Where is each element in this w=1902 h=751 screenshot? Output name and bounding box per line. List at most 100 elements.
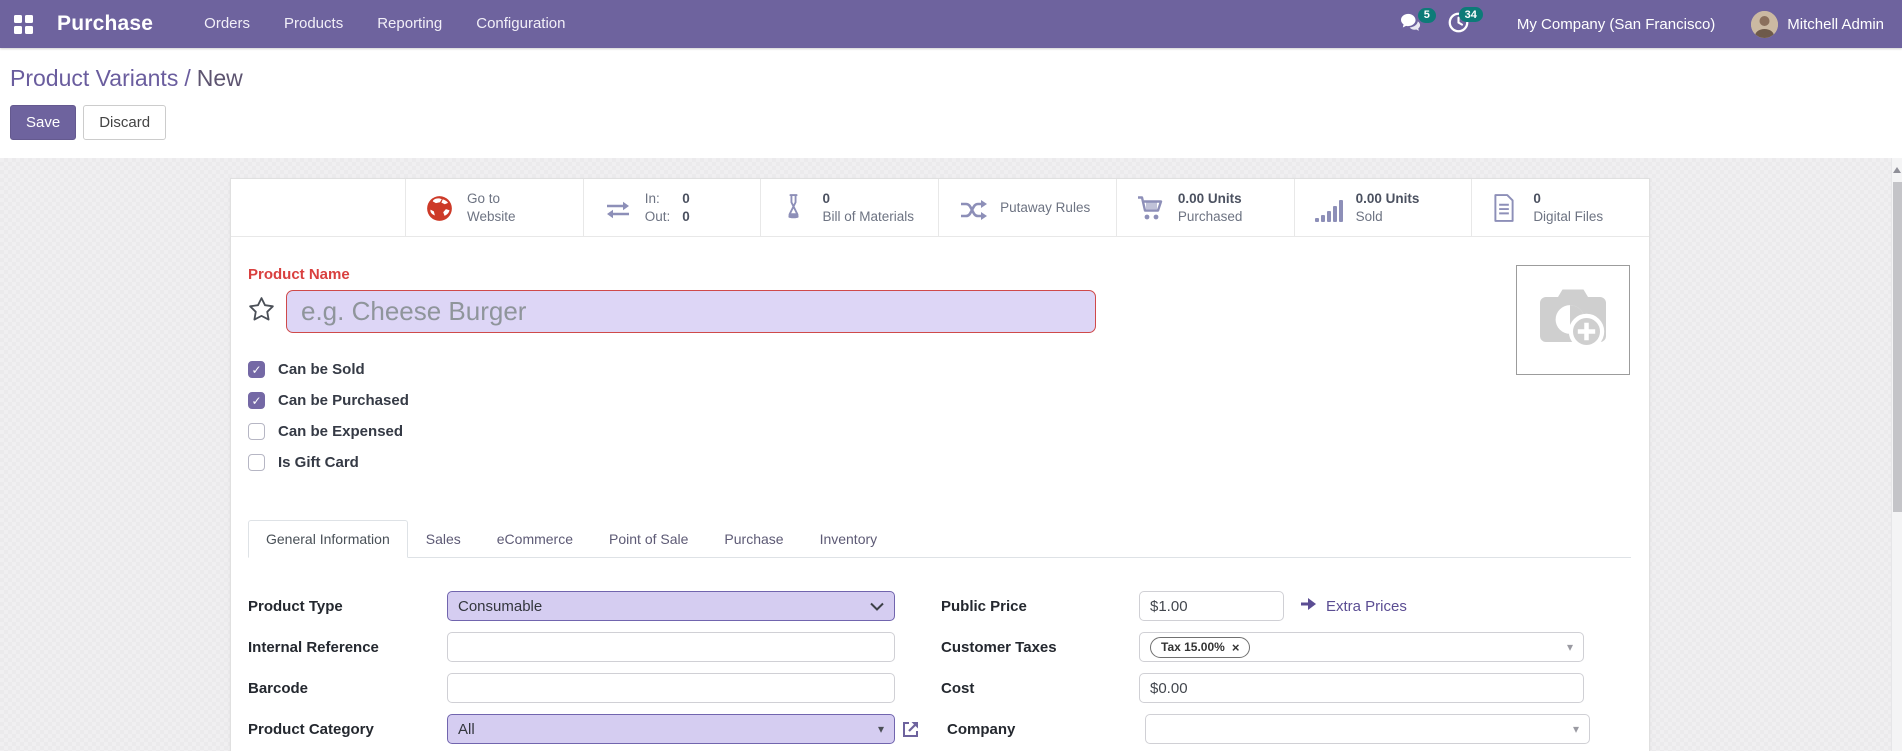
chat-bubble-icon	[1400, 13, 1422, 37]
out-label: Out:	[644, 208, 671, 224]
can-be-sold-row[interactable]: ✓ Can be Sold	[248, 361, 1631, 378]
product-name-input[interactable]	[286, 290, 1096, 333]
putaway-rules-button[interactable]: Putaway Rules	[938, 179, 1116, 236]
menu-reporting[interactable]: Reporting	[360, 0, 459, 48]
form-sheet: Go to Website In: 0 Out: 0 0 Bill of Materia…	[230, 178, 1650, 751]
menu-orders[interactable]: Orders	[187, 0, 267, 48]
menu-products[interactable]: Products	[267, 0, 360, 48]
customer-taxes-label: Customer Taxes	[941, 638, 1057, 656]
user-menu[interactable]: Mitchell Admin	[1751, 10, 1884, 38]
activities-count-badge: 34	[1458, 7, 1483, 22]
globe-icon	[426, 194, 454, 222]
breadcrumb-parent[interactable]: Product Variants	[10, 65, 178, 91]
breadcrumb-separator: /	[184, 65, 191, 91]
bar-chart-icon	[1314, 194, 1343, 222]
can-be-purchased-label: Can be Purchased	[278, 392, 409, 409]
product-type-value: Consumable	[458, 597, 543, 615]
external-link-icon[interactable]	[901, 720, 920, 739]
go-to-website-button[interactable]: Go to Website	[405, 179, 583, 236]
is-gift-card-checkbox[interactable]	[248, 454, 265, 471]
units-purchased-button[interactable]: 0.00 Units Purchased	[1115, 179, 1294, 236]
public-price-input[interactable]	[1139, 591, 1284, 621]
barcode-label: Barcode	[248, 679, 309, 697]
apps-menu-icon[interactable]	[14, 14, 33, 34]
is-gift-card-row[interactable]: Is Gift Card	[248, 454, 1631, 471]
digital-files-label: Digital Files	[1533, 208, 1604, 224]
general-information-panel: Product Type Consumable Public Price Ext…	[248, 558, 1631, 744]
can-be-sold-checkbox[interactable]: ✓	[248, 361, 265, 378]
barcode-input[interactable]	[447, 673, 895, 703]
product-category-field[interactable]: All ▾	[447, 714, 895, 744]
sold-label: Sold	[1355, 208, 1383, 224]
dropdown-caret-icon: ▾	[1566, 640, 1573, 654]
arrow-right-icon	[1300, 597, 1317, 615]
product-category-value: All	[458, 720, 475, 738]
website-line2: Website	[467, 208, 516, 224]
messages-button[interactable]: 5	[1396, 7, 1436, 42]
save-button[interactable]: Save	[10, 105, 77, 140]
main-menu: Orders Products Reporting Configuration	[187, 0, 582, 48]
tab-sales[interactable]: Sales	[408, 520, 479, 557]
breadcrumb: Product Variants / New	[10, 64, 1886, 92]
can-be-purchased-row[interactable]: ✓ Can be Purchased	[248, 392, 1631, 409]
dropdown-caret-icon: ▾	[877, 722, 884, 736]
cost-input[interactable]	[1139, 673, 1584, 703]
purchased-value: 0.00 Units	[1177, 190, 1242, 206]
tax-tag[interactable]: Tax 15.00% ×	[1150, 636, 1251, 658]
company-label: Company	[947, 720, 1016, 738]
tab-purchase[interactable]: Purchase	[706, 520, 801, 557]
product-type-select[interactable]: Consumable	[447, 591, 895, 621]
app-brand[interactable]: Purchase	[57, 12, 153, 36]
can-be-expensed-row[interactable]: Can be Expensed	[248, 423, 1631, 440]
product-category-label: Product Category	[248, 720, 374, 738]
tag-remove-icon[interactable]: ×	[1232, 640, 1240, 655]
dropdown-caret-icon: ▾	[1572, 722, 1579, 736]
messages-count-badge: 5	[1417, 7, 1436, 23]
units-sold-button[interactable]: 0.00 Units Sold	[1293, 179, 1472, 236]
scroll-up-arrow[interactable]	[1893, 167, 1901, 173]
breadcrumb-current: New	[196, 65, 243, 91]
website-line1: Go to	[467, 190, 501, 206]
discard-button[interactable]: Discard	[83, 105, 167, 140]
customer-taxes-field[interactable]: Tax 15.00% × ▾	[1139, 632, 1584, 662]
product-type-label: Product Type	[248, 597, 343, 615]
bill-of-materials-button[interactable]: 0 Bill of Materials	[760, 179, 939, 236]
avatar	[1751, 10, 1779, 38]
digital-files-count: 0	[1533, 190, 1541, 206]
can-be-expensed-label: Can be Expensed	[278, 423, 404, 440]
top-navbar: Purchase Orders Products Reporting Confi…	[0, 0, 1902, 48]
bom-label: Bill of Materials	[822, 208, 914, 224]
cart-icon	[1137, 194, 1165, 222]
tab-inventory[interactable]: Inventory	[802, 520, 896, 557]
extra-prices-link[interactable]: Extra Prices	[1300, 597, 1407, 615]
purchased-label: Purchased	[1177, 208, 1243, 224]
tab-ecommerce[interactable]: eCommerce	[479, 520, 591, 557]
flask-icon	[781, 193, 809, 222]
putaway-label: Putaway Rules	[1000, 199, 1091, 215]
systray: 5 34 My Company (San Francisco) Mitchell…	[1396, 6, 1884, 42]
clock-icon	[1448, 12, 1469, 37]
tax-tag-text: Tax 15.00%	[1161, 640, 1225, 654]
company-switcher[interactable]: My Company (San Francisco)	[1517, 16, 1715, 33]
menu-configuration[interactable]: Configuration	[459, 0, 582, 48]
inventory-in-out-button[interactable]: In: 0 Out: 0	[582, 179, 761, 236]
scrollbar-thumb[interactable]	[1893, 182, 1902, 512]
favorite-star-icon[interactable]	[248, 296, 275, 327]
in-value: 0	[682, 190, 690, 206]
activities-button[interactable]: 34	[1444, 6, 1483, 42]
product-name-label: Product Name	[248, 266, 350, 283]
digital-files-button[interactable]: 0 Digital Files	[1471, 179, 1650, 236]
company-field[interactable]: ▾	[1145, 714, 1590, 744]
stat-button-box: Go to Website In: 0 Out: 0 0 Bill of Materia…	[231, 179, 1650, 237]
can-be-expensed-checkbox[interactable]	[248, 423, 265, 440]
internal-reference-input[interactable]	[447, 632, 895, 662]
cost-label: Cost	[941, 679, 975, 697]
tab-point-of-sale[interactable]: Point of Sale	[591, 520, 706, 557]
vertical-scrollbar[interactable]	[1891, 158, 1902, 751]
product-flags: ✓ Can be Sold ✓ Can be Purchased Can be …	[248, 361, 1631, 471]
chevron-down-icon	[870, 598, 884, 615]
extra-prices-text: Extra Prices	[1326, 597, 1407, 615]
document-icon	[1492, 193, 1520, 222]
tab-general-information[interactable]: General Information	[248, 520, 408, 558]
can-be-purchased-checkbox[interactable]: ✓	[248, 392, 265, 409]
